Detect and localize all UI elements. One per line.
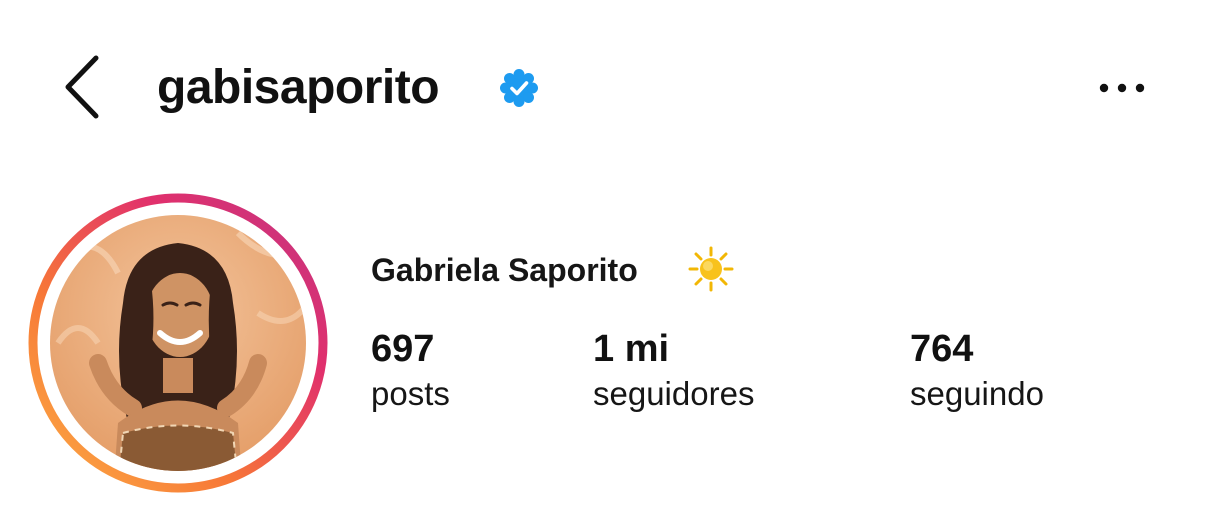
verified-badge-icon [500, 69, 538, 107]
followers-label: seguidores [593, 375, 755, 412]
more-options-button[interactable] [1090, 70, 1154, 106]
posts-label: posts [371, 375, 450, 412]
avatar-image [28, 193, 328, 493]
following-count: 764 [910, 328, 974, 370]
profile-username: gabisaporito [157, 61, 440, 114]
followers-count-stat[interactable]: 1 mi seguidores [593, 326, 754, 416]
back-button[interactable] [58, 50, 108, 124]
profile-avatar[interactable] [28, 193, 328, 493]
profile-full-name: Gabriela Saporito [371, 252, 638, 288]
sun-icon [688, 246, 734, 292]
following-count-stat[interactable]: 764 seguindo [910, 326, 1044, 416]
posts-count: 697 [371, 328, 435, 370]
posts-count-stat[interactable]: 697 posts [371, 326, 450, 416]
more-horizontal-icon [1099, 83, 1145, 93]
chevron-left-icon [65, 55, 99, 119]
following-label: seguindo [910, 375, 1044, 412]
followers-count: 1 mi [593, 328, 670, 370]
